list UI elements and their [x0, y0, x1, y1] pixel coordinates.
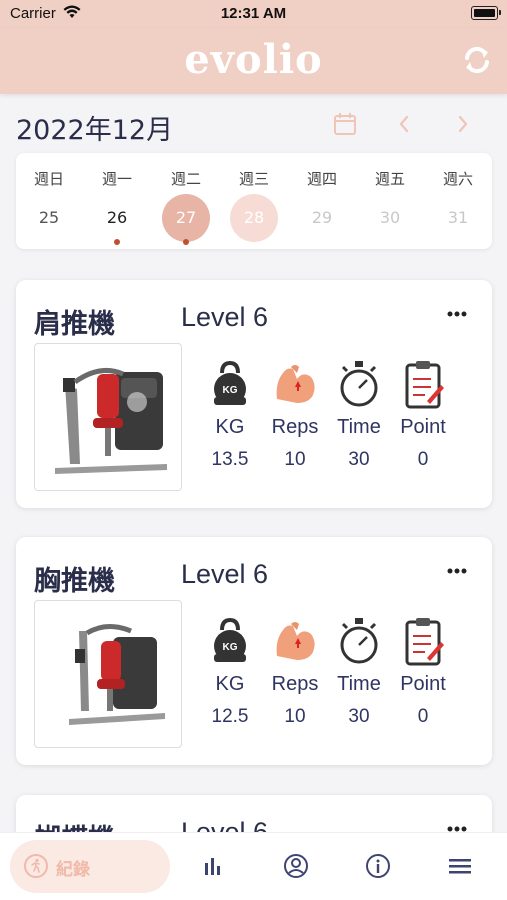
day-number: 31 [447, 208, 469, 227]
tab-record-label: 紀錄 [56, 860, 90, 880]
level-label: Level 6 [181, 559, 269, 589]
day-27[interactable]: 週二 27 [156, 153, 216, 249]
day-name: 週二 [170, 170, 201, 188]
flexed-arm-icon [276, 622, 315, 660]
calendar-icon[interactable] [333, 112, 357, 136]
day-29[interactable]: 週四 29 [292, 153, 352, 249]
point-label: Point [400, 673, 446, 695]
kettlebell-icon: KG [214, 617, 246, 662]
stopwatch-icon [340, 361, 378, 407]
exercise-card[interactable]: 胸推機 Level 6 KG KG 12.5 Reps 10 Time 30 P… [16, 537, 492, 765]
reps-label: Reps [271, 416, 319, 438]
day-number: 26 [106, 208, 128, 227]
refresh-icon[interactable] [461, 44, 493, 76]
chevron-right-icon[interactable] [456, 114, 470, 134]
reps-stat: Reps 10 [263, 359, 327, 479]
kg-stat: KG KG 13.5 [198, 359, 262, 479]
level-label: Level 6 [181, 302, 269, 332]
kg-label: KG [215, 673, 245, 695]
day-25[interactable]: 週日 25 [19, 153, 79, 249]
day-26[interactable]: 週一 26 [87, 153, 147, 249]
shoulder-press-machine-image [34, 343, 182, 491]
app-logo: evolio [184, 36, 323, 83]
day-name: 週六 [442, 170, 473, 188]
point-stat: Point 0 [391, 359, 455, 479]
runner-icon [24, 854, 48, 878]
tab-bar: 紀錄 [0, 832, 507, 900]
day-number: 25 [38, 208, 60, 227]
day-number: 27 [175, 208, 197, 227]
day-name: 週日 [33, 170, 64, 188]
reps-stat: Reps 10 [263, 616, 327, 736]
day-28[interactable]: 週三 28 [224, 153, 284, 249]
day-name: 週一 [101, 170, 132, 188]
reps-label: Reps [271, 673, 319, 695]
time-label: Time [337, 416, 381, 438]
status-time: 12:31 AM [220, 5, 287, 22]
point-value: 0 [417, 706, 429, 727]
machine-name: 肩推機 [34, 309, 115, 340]
activity-dot [183, 239, 189, 245]
point-stat: Point 0 [391, 616, 455, 736]
time-stat: Time 30 [327, 616, 391, 736]
day-30[interactable]: 週五 30 [360, 153, 420, 249]
tab-record[interactable]: 紀錄 [10, 840, 170, 893]
day-number: 28 [243, 208, 265, 227]
month-row: 2022年12月 [0, 100, 507, 148]
week-strip: 週日 25 週一 26 週二 27 週三 28 週四 29 週五 30 週六 3… [16, 153, 492, 249]
reps-value: 10 [284, 449, 306, 470]
day-name: 週三 [238, 170, 269, 188]
profile-icon[interactable] [283, 853, 309, 879]
point-label: Point [400, 416, 446, 438]
time-value: 30 [348, 706, 370, 727]
chevron-left-icon[interactable] [397, 114, 411, 134]
info-icon[interactable] [365, 853, 391, 879]
day-31[interactable]: 週六 31 [428, 153, 488, 249]
machine-name: 胸推機 [34, 566, 115, 597]
clipboard-icon [405, 618, 444, 666]
day-number: 29 [311, 208, 333, 227]
battery-icon [471, 6, 501, 20]
clipboard-icon [405, 361, 444, 409]
more-options-icon[interactable] [446, 567, 468, 575]
svg-text:KG: KG [223, 642, 238, 653]
time-label: Time [337, 673, 381, 695]
kg-stat: KG KG 12.5 [198, 616, 262, 736]
time-value: 30 [348, 449, 370, 470]
kg-label: KG [215, 416, 245, 438]
time-stat: Time 30 [327, 359, 391, 479]
svg-text:KG: KG [223, 385, 238, 396]
menu-icon[interactable] [447, 853, 473, 879]
exercise-card[interactable]: 肩推機 Level 6 KG KG 13.5 Reps 10 Time 30 P… [16, 280, 492, 508]
kg-value: 12.5 [211, 706, 249, 727]
reps-value: 10 [284, 706, 306, 727]
chest-press-machine-image [34, 600, 182, 748]
kettlebell-icon: KG [214, 360, 246, 405]
day-name: 週四 [306, 170, 337, 188]
day-name: 週五 [374, 170, 405, 188]
day-number: 30 [379, 208, 401, 227]
status-bar: Carrier 12:31 AM [0, 0, 507, 28]
app-header: evolio [0, 28, 507, 94]
month-title: 2022年12月 [16, 115, 174, 146]
stopwatch-icon [340, 618, 378, 664]
flexed-arm-icon [276, 365, 315, 403]
kg-value: 13.5 [211, 449, 249, 470]
bar-chart-icon[interactable] [201, 853, 227, 879]
point-value: 0 [417, 449, 429, 470]
more-options-icon[interactable] [446, 310, 468, 318]
activity-dot [114, 239, 120, 245]
